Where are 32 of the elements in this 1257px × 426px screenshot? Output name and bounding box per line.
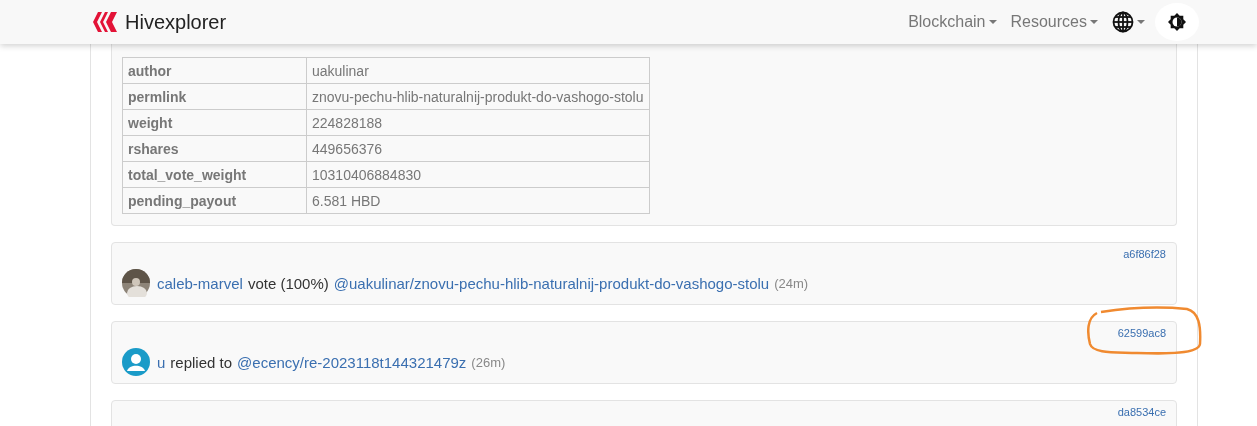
contrast-icon (1168, 13, 1186, 31)
table-cell: rshares (122, 135, 307, 162)
transaction-link[interactable]: a6f86f28 (1123, 248, 1166, 262)
time-ago: (26m) (471, 354, 506, 370)
table-cell: 224828188 (306, 109, 649, 136)
table-cell: pending_payout (122, 187, 307, 214)
table-cell: author (122, 57, 307, 84)
table-cell: total_vote_weight (122, 161, 307, 188)
table-cell: znovu-pechu-hlib-naturalnij-produkt-do-vashogo-stolu (306, 83, 649, 110)
user-link[interactable]: caleb-marvel (157, 274, 243, 292)
brand-link[interactable]: Hivexplorer (125, 10, 227, 34)
transaction-link[interactable]: 62599ac8 (1117, 327, 1166, 341)
dropdown-menu-link[interactable]: Resources (1010, 13, 1098, 31)
avatar (122, 348, 150, 376)
post-link[interactable]: @uakulinar/znovu-pechu-hlib-naturalnij-produkt-do-vashogo-stolu (333, 274, 770, 292)
theme-toggle-button[interactable] (1155, 3, 1199, 41)
table-cell: weight (122, 109, 307, 136)
table-cell: permlink (122, 83, 307, 110)
table-cell: uakulinar (306, 57, 649, 84)
table-cell: 449656376 (306, 135, 649, 162)
time-ago: (24m) (774, 275, 809, 291)
action-text: vote (100%) (247, 274, 329, 292)
user-link[interactable]: u (157, 353, 166, 371)
logo-icon[interactable] (93, 12, 117, 32)
action-text: replied to (170, 353, 233, 371)
post-link[interactable]: @ecency/re-2023118t144321479z (237, 353, 467, 371)
language-menu-button[interactable] (1112, 11, 1145, 33)
table-cell: 10310406884830 (306, 161, 649, 188)
table-cell: 6.581 HBD (306, 187, 649, 214)
transaction-link[interactable]: da8534ce (1117, 406, 1166, 420)
avatar (122, 269, 150, 297)
dropdown-menu-link[interactable]: Blockchain (908, 13, 997, 31)
